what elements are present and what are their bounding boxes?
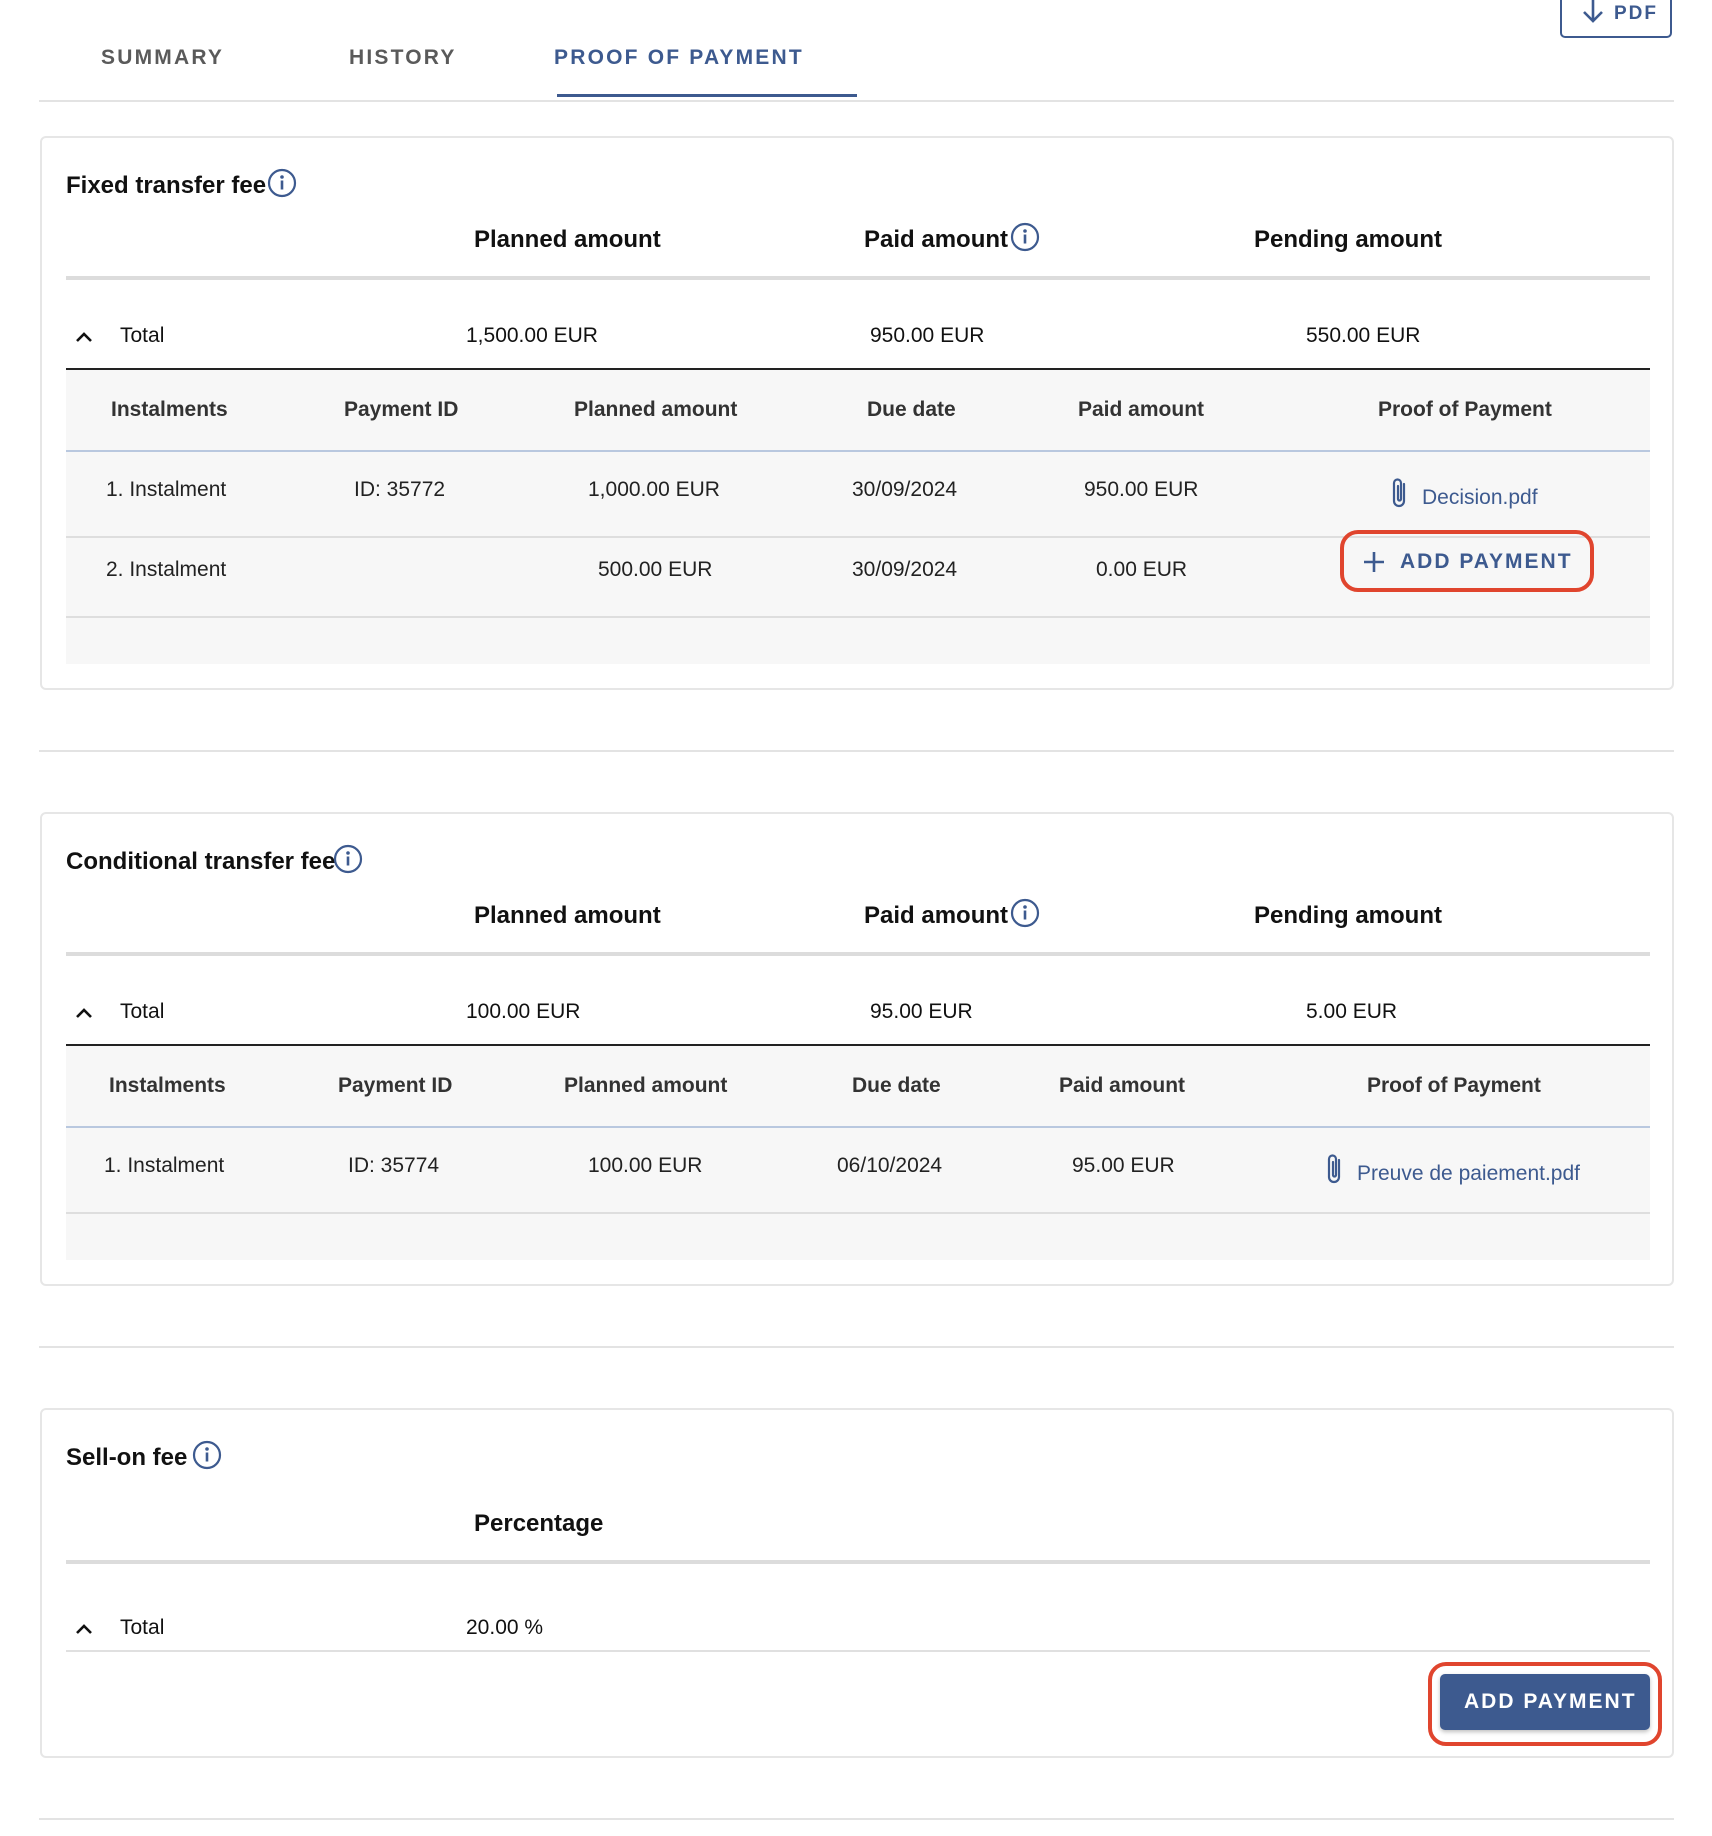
header-percentage: Percentage <box>474 1510 604 1537</box>
plus-icon <box>1364 552 1384 572</box>
table-header-divider <box>66 450 1650 452</box>
instalments-table: Instalments Payment ID Planned amount Du… <box>66 370 1650 664</box>
total-divider <box>66 1650 1650 1652</box>
paid-amount-cell: 0.00 EUR <box>1096 558 1188 581</box>
active-tab-indicator <box>557 94 857 97</box>
tab-summary[interactable]: SUMMARY <box>101 46 224 70</box>
pdf-button-label: PDF <box>1614 3 1658 24</box>
planned-amount-cell: 1,000.00 EUR <box>588 478 720 501</box>
total-label: Total <box>120 1000 165 1023</box>
header-paid-amount: Paid amount <box>864 902 1009 929</box>
proof-file-link[interactable]: Preuve de paiement.pdf <box>1357 1162 1580 1186</box>
chevron-up-icon[interactable] <box>74 330 94 344</box>
paperclip-icon <box>1392 478 1406 508</box>
tab-proof-of-payment[interactable]: PROOF OF PAYMENT <box>554 46 804 70</box>
paperclip-icon <box>1327 1154 1341 1184</box>
paid-amount-cell: 950.00 EUR <box>1084 478 1199 501</box>
section-divider <box>39 1346 1674 1348</box>
instalment-cell: 1. Instalment <box>104 1154 225 1177</box>
column-header: Proof of Payment <box>1367 1074 1541 1097</box>
header-paid-amount: Paid amount <box>864 226 1009 253</box>
header-divider <box>66 952 1650 956</box>
sell-on-fee-card: Sell-on fee Percentage Total 20.00 % ADD… <box>40 1408 1674 1758</box>
info-icon[interactable] <box>1010 222 1040 252</box>
tab-history[interactable]: HISTORY <box>349 46 457 70</box>
column-header: Planned amount <box>574 398 738 421</box>
section-title-sellon: Sell-on fee <box>66 1444 188 1471</box>
total-planned-amount: 1,500.00 EUR <box>466 324 598 347</box>
instalments-table: Instalments Payment ID Planned amount Du… <box>66 1046 1650 1260</box>
conditional-transfer-fee-card: Conditional transfer fee Planned amount … <box>40 812 1674 1286</box>
chevron-up-icon[interactable] <box>74 1006 94 1020</box>
total-label: Total <box>120 324 165 347</box>
arrow-down-icon <box>1583 0 1603 23</box>
paid-amount-cell: 95.00 EUR <box>1072 1154 1175 1177</box>
total-label: Total <box>120 1616 165 1639</box>
column-header: Paid amount <box>1078 398 1205 421</box>
header-planned-amount: Planned amount <box>474 902 661 929</box>
header-planned-amount: Planned amount <box>474 226 661 253</box>
total-pending-amount: 550.00 EUR <box>1306 324 1421 347</box>
section-title-fixed: Fixed transfer fee <box>66 172 267 199</box>
column-header: Instalments <box>109 1074 226 1097</box>
total-planned-amount: 100.00 EUR <box>466 1000 581 1023</box>
total-paid-amount: 950.00 EUR <box>870 324 985 347</box>
row-divider <box>66 616 1650 618</box>
payment-id-cell: ID: 35772 <box>354 478 446 501</box>
info-icon[interactable] <box>267 168 297 198</box>
due-date-cell: 30/09/2024 <box>852 558 958 581</box>
download-pdf-button[interactable]: PDF <box>1560 0 1672 38</box>
section-divider <box>39 1818 1674 1820</box>
column-header: Planned amount <box>564 1074 728 1097</box>
column-header: Payment ID <box>338 1074 453 1097</box>
tab-bar: SUMMARY HISTORY PROOF OF PAYMENT <box>39 0 1674 102</box>
planned-amount-cell: 500.00 EUR <box>598 558 713 581</box>
add-payment-button[interactable]: ADD PAYMENT <box>1356 538 1578 584</box>
column-header: Instalments <box>111 398 228 421</box>
row-divider <box>66 1212 1650 1214</box>
column-header: Due date <box>867 398 956 421</box>
chevron-up-icon[interactable] <box>74 1622 94 1636</box>
header-divider <box>66 1560 1650 1564</box>
column-header: Payment ID <box>344 398 459 421</box>
header-divider <box>66 276 1650 280</box>
add-payment-label: ADD PAYMENT <box>1464 1690 1637 1713</box>
fixed-transfer-fee-card: Fixed transfer fee Planned amount Paid a… <box>40 136 1674 690</box>
table-header-divider <box>66 1126 1650 1128</box>
proof-file-link[interactable]: Decision.pdf <box>1422 486 1538 510</box>
planned-amount-cell: 100.00 EUR <box>588 1154 703 1177</box>
add-payment-button[interactable]: ADD PAYMENT <box>1440 1674 1650 1730</box>
total-percentage: 20.00 % <box>466 1616 544 1639</box>
header-pending-amount: Pending amount <box>1254 902 1442 929</box>
column-header: Paid amount <box>1059 1074 1186 1097</box>
instalment-cell: 2. Instalment <box>106 558 227 581</box>
add-payment-label: ADD PAYMENT <box>1400 550 1573 573</box>
total-pending-amount: 5.00 EUR <box>1306 1000 1398 1023</box>
info-icon[interactable] <box>1010 898 1040 928</box>
total-paid-amount: 95.00 EUR <box>870 1000 973 1023</box>
column-header: Proof of Payment <box>1378 398 1552 421</box>
due-date-cell: 06/10/2024 <box>837 1154 943 1177</box>
instalment-cell: 1. Instalment <box>106 478 227 501</box>
due-date-cell: 30/09/2024 <box>852 478 958 501</box>
info-icon[interactable] <box>192 1440 222 1470</box>
payment-id-cell: ID: 35774 <box>348 1154 440 1177</box>
header-pending-amount: Pending amount <box>1254 226 1442 253</box>
section-divider <box>39 750 1674 752</box>
section-title-conditional: Conditional transfer fee <box>66 848 336 875</box>
info-icon[interactable] <box>333 844 363 874</box>
column-header: Due date <box>852 1074 941 1097</box>
